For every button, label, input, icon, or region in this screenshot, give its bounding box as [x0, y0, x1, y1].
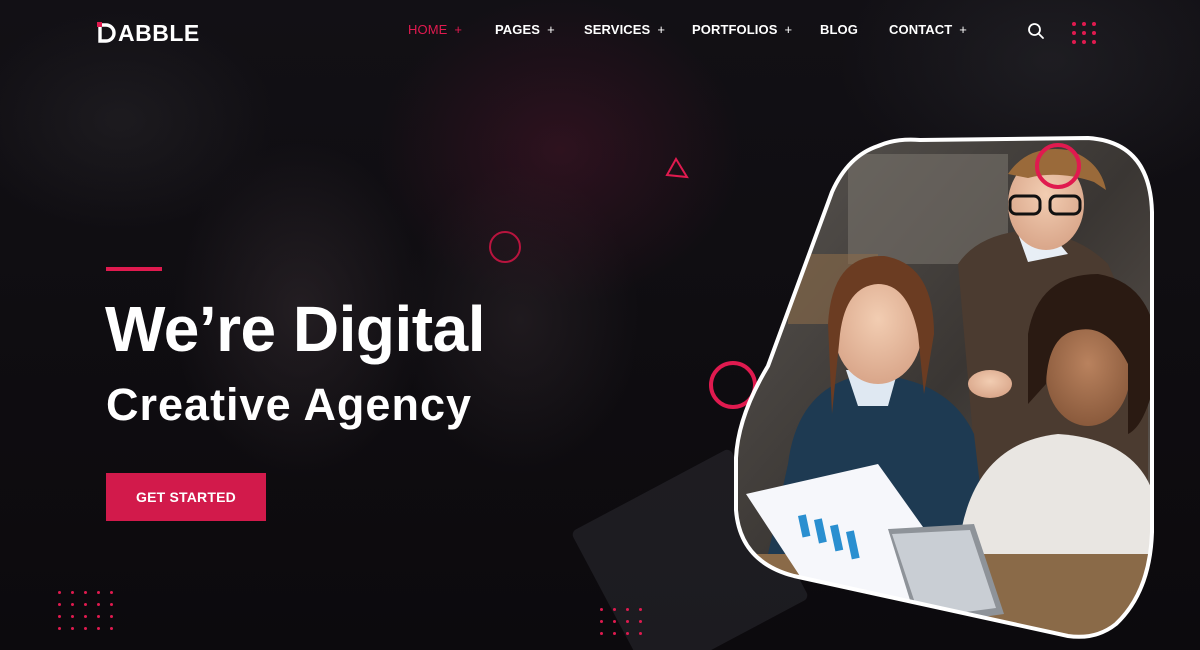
submenu-plus-icon: + — [784, 22, 793, 37]
nav-item-contact[interactable]: CONTACT + — [889, 22, 967, 37]
logo-mark-icon — [97, 22, 117, 44]
nav-item-portfolios[interactable]: PORTFOLIOS + — [692, 22, 792, 37]
submenu-plus-icon: + — [959, 22, 967, 37]
submenu-plus-icon: + — [657, 22, 666, 37]
nav-item-pages[interactable]: PAGES + — [495, 22, 555, 37]
nav-item-services[interactable]: SERVICES + — [584, 22, 665, 37]
get-started-button[interactable]: GET STARTED — [106, 473, 266, 521]
hero-accent-line — [106, 267, 162, 271]
triangle-outline-icon — [665, 157, 689, 179]
nav-item-blog[interactable]: BLOG — [820, 22, 858, 37]
logo-text: ABBLE — [118, 19, 200, 46]
submenu-plus-icon: + — [454, 22, 463, 37]
nav-item-home[interactable]: HOME + — [408, 22, 462, 37]
dots-pattern-center — [600, 608, 642, 635]
team-photo — [734, 135, 1154, 639]
search-icon[interactable] — [1027, 22, 1045, 40]
submenu-plus-icon: + — [547, 22, 555, 37]
hero-title: We’re Digital — [105, 293, 485, 365]
hero-subtitle: Creative Agency — [106, 379, 472, 430]
dots-pattern-left — [58, 591, 113, 630]
circle-outline-small-icon — [489, 231, 521, 263]
dots-grid-menu-icon[interactable] — [1072, 22, 1096, 44]
site-logo[interactable]: ABBLE — [97, 19, 200, 47]
site-header: ABBLE HOME + PAGES + SERVICES + PORTFOLIOS +… — [0, 0, 1200, 64]
